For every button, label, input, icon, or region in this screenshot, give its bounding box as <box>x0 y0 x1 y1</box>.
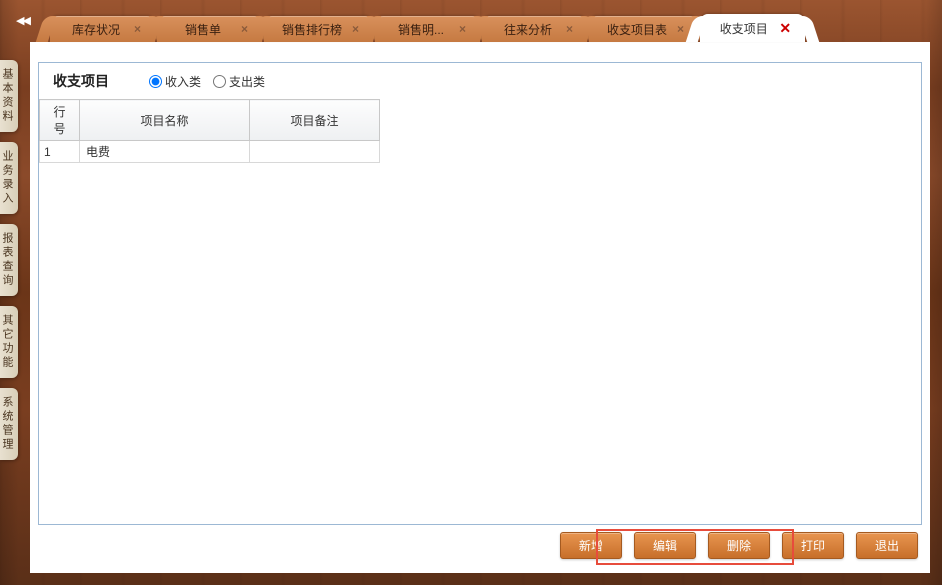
close-icon[interactable]: × <box>677 22 684 36</box>
sidebar-item-other-functions[interactable]: 其它功能 <box>0 306 18 378</box>
nav-arrow-left-icon[interactable]: ◀◀ <box>16 14 29 27</box>
delete-button[interactable]: 删除 <box>708 532 770 559</box>
items-table: 行号 项目名称 项目备注 1 电费 <box>39 99 380 163</box>
close-icon[interactable]: × <box>566 22 573 36</box>
radio-income[interactable]: 收入类 <box>149 73 201 90</box>
close-icon[interactable]: × <box>459 22 466 36</box>
tab-label: 销售单 <box>175 21 231 38</box>
radio-expense[interactable]: 支出类 <box>213 73 265 90</box>
content-area: 收支项目 收入类 支出类 行号 项目名称 项目备注 <box>30 42 930 573</box>
page-title: 收支项目 <box>53 71 109 91</box>
header-name: 项目名称 <box>80 100 250 141</box>
close-icon[interactable]: × <box>352 22 359 36</box>
cell-remark <box>250 141 380 163</box>
exit-button[interactable]: 退出 <box>856 532 918 559</box>
tab-sales-ranking[interactable]: 销售排行榜 × <box>264 16 373 42</box>
tab-income-expense-item[interactable]: 收支项目 ✕ <box>700 14 805 42</box>
cell-name: 电费 <box>80 141 250 163</box>
tab-bar: ◀◀ 库存状况 × 销售单 × 销售排行榜 × 销售明... × 往来分析 × … <box>0 0 942 42</box>
print-button[interactable]: 打印 <box>782 532 844 559</box>
tab-sales-detail[interactable]: 销售明... × <box>375 16 480 42</box>
sidebar: 基本资料 业务录入 报表查询 其它功能 系统管理 <box>0 60 18 460</box>
radio-expense-input[interactable] <box>213 75 226 88</box>
tab-label: 库存状况 <box>68 21 124 38</box>
close-icon[interactable]: ✕ <box>779 20 791 37</box>
radio-expense-label: 支出类 <box>229 73 265 90</box>
edit-button[interactable]: 编辑 <box>634 532 696 559</box>
button-bar: 新增 编辑 删除 打印 退出 <box>560 532 918 559</box>
tab-sales-order[interactable]: 销售单 × <box>157 16 262 42</box>
cell-rownum: 1 <box>40 141 80 163</box>
tab-correspondence[interactable]: 往来分析 × <box>482 16 587 42</box>
close-icon[interactable]: × <box>241 22 248 36</box>
content-panel: 收支项目 收入类 支出类 行号 项目名称 项目备注 <box>38 62 922 525</box>
radio-income-input[interactable] <box>149 75 162 88</box>
category-radio-group: 收入类 支出类 <box>149 73 265 90</box>
table-header-row: 行号 项目名称 项目备注 <box>40 100 380 141</box>
header-rownum: 行号 <box>40 100 80 141</box>
tab-label: 往来分析 <box>500 21 556 38</box>
radio-income-label: 收入类 <box>165 73 201 90</box>
table-row[interactable]: 1 电费 <box>40 141 380 163</box>
header-row: 收支项目 收入类 支出类 <box>39 63 921 99</box>
sidebar-item-basic-data[interactable]: 基本资料 <box>0 60 18 132</box>
add-button[interactable]: 新增 <box>560 532 622 559</box>
header-remark: 项目备注 <box>250 100 380 141</box>
close-icon[interactable]: × <box>134 22 141 36</box>
tab-label: 收支项目表 <box>607 21 667 38</box>
tab-label: 收支项目 <box>718 20 769 37</box>
tab-inventory[interactable]: 库存状况 × <box>50 16 155 42</box>
sidebar-item-business-entry[interactable]: 业务录入 <box>0 142 18 214</box>
tab-label: 销售排行榜 <box>282 21 342 38</box>
sidebar-item-system-management[interactable]: 系统管理 <box>0 388 18 460</box>
tab-label: 销售明... <box>393 21 449 38</box>
sidebar-item-report-query[interactable]: 报表查询 <box>0 224 18 296</box>
tab-income-expense-table[interactable]: 收支项目表 × <box>589 16 698 42</box>
